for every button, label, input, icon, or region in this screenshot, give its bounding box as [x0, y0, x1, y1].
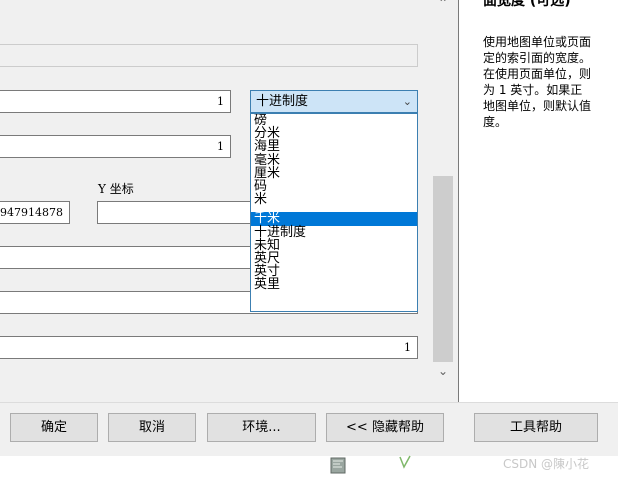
desktop-tool-icon: [328, 455, 348, 475]
x-coordinate-field[interactable]: 947914878: [0, 201, 70, 224]
scrollbar-thumb[interactable]: [433, 176, 453, 362]
bottom-number-field[interactable]: 1: [0, 336, 418, 359]
y-coordinate-field[interactable]: [97, 201, 257, 224]
unit-select[interactable]: 十进制度 ⌄: [250, 90, 418, 113]
unit-option[interactable]: 海里: [251, 140, 417, 153]
width-field[interactable]: 1: [0, 90, 231, 113]
ok-button[interactable]: 确定: [10, 413, 98, 442]
unit-option[interactable]: 码: [251, 180, 417, 193]
unit-select-value: 十进制度: [256, 94, 309, 109]
tool-help-button[interactable]: 工具帮助: [474, 413, 598, 442]
disabled-field: [0, 44, 418, 67]
unit-option[interactable]: 未知: [251, 239, 417, 252]
tool-dialog-panel: 1 1 947914878 Y 坐标 1 十进制度 ⌄ 磅 分米 海里 毫米 厘…: [0, 0, 456, 402]
desktop-check-icon: [398, 455, 412, 469]
unit-option-highlighted[interactable]: 千米: [251, 212, 417, 226]
chevron-up-icon[interactable]: ⌃: [433, 0, 453, 12]
chevron-down-icon[interactable]: ⌄: [433, 362, 453, 380]
unit-option[interactable]: 米: [251, 193, 417, 206]
unit-option[interactable]: 毫米: [251, 153, 417, 167]
unit-option[interactable]: 厘米: [251, 167, 417, 180]
environments-button[interactable]: 环境...: [207, 413, 316, 442]
y-coordinate-label: Y 坐标: [98, 182, 134, 196]
help-text: 使用地图单位或页面 定的索引面的宽度。 在使用页面单位，则 为 1 英寸。如果正…: [483, 35, 592, 129]
unit-option[interactable]: 十进制度: [251, 225, 417, 239]
chevron-down-icon: ⌄: [402, 95, 412, 108]
help-title: 面宽度 (可选): [483, 0, 571, 9]
unit-dropdown-list: 磅 分米 海里 毫米 厘米 码 米 千米 十进制度 未知 英尺 英寸 英里: [250, 113, 418, 312]
help-panel: 面宽度 (可选) 使用地图单位或页面 定的索引面的宽度。 在使用页面单位，则 为…: [458, 0, 618, 402]
hide-help-button[interactable]: << 隐藏帮助: [326, 413, 444, 442]
watermark: CSDN @陳小花: [503, 457, 590, 471]
cancel-button[interactable]: 取消: [108, 413, 196, 442]
unit-option[interactable]: 英里: [251, 278, 417, 291]
height-field[interactable]: 1: [0, 135, 231, 158]
